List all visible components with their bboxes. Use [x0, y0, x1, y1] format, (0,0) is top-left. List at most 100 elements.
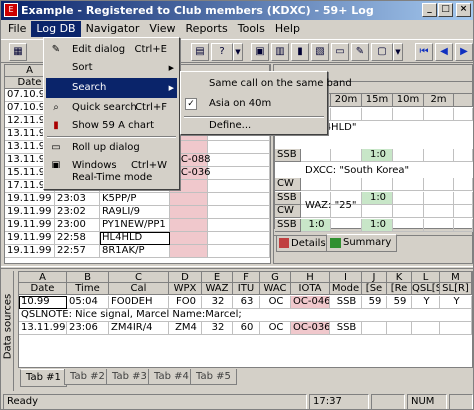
column-letter-header[interactable]: D — [169, 272, 202, 283]
qso-cell: 60 — [233, 322, 260, 335]
navigator-row[interactable]: SSB 1:0 — [275, 149, 473, 162]
band-cell-extra — [454, 219, 473, 232]
navigator-row[interactable]: CW — [275, 178, 473, 191]
qso-cell — [440, 322, 472, 335]
maximize-button[interactable]: □ — [438, 3, 453, 17]
band-15m-header: 15m — [362, 94, 393, 107]
column-letter-header[interactable]: J — [362, 272, 387, 283]
table-icon[interactable]: ▥ — [271, 43, 289, 61]
column-name-header[interactable]: [Se — [362, 283, 387, 295]
minimize-button[interactable]: _ — [422, 3, 437, 17]
note-dropdown-icon[interactable]: ▼ — [393, 43, 403, 61]
extra-cell — [208, 180, 270, 193]
rollup-icon: ▭ — [51, 142, 61, 153]
menu-item-sort[interactable]: Sort ▶ — [46, 58, 177, 78]
tab-5[interactable]: Tab #5 — [190, 369, 237, 385]
window-icon[interactable]: ▭ — [331, 43, 349, 61]
menu-item-search[interactable]: Search ▶ — [46, 78, 177, 98]
navigator-row[interactable]: SSB 1:0 1:0 — [275, 219, 473, 232]
column-name-header[interactable]: WPX — [169, 283, 202, 295]
column-letter-header[interactable]: C — [109, 272, 169, 283]
submenu-item-define[interactable]: Define... — [183, 116, 325, 136]
band-cell — [424, 108, 454, 121]
search-submenu: Same call on the same band ✓ Asia on 40m … — [180, 71, 352, 136]
column-letter-header[interactable]: L — [412, 272, 440, 283]
table-row[interactable]: 19.11.99 23:02 RA9LI/9 — [5, 206, 270, 219]
data-sources-side-tab[interactable]: Data sources — [2, 271, 14, 391]
menu-help[interactable]: Help — [270, 21, 305, 37]
menu-item-real-time-mode[interactable]: Real-Time mode — [46, 168, 177, 188]
tab-3[interactable]: Tab #3 — [106, 369, 153, 385]
table-row[interactable]: 19.11.99 22:57 8R1AK/P — [5, 245, 270, 258]
qso-cell: 59 — [387, 296, 412, 309]
menu-reports[interactable]: Reports — [181, 21, 233, 37]
previous-record-icon[interactable]: ◀ — [435, 43, 453, 61]
column-name-header[interactable]: Time — [67, 283, 109, 295]
chart-icon[interactable]: ▮ — [291, 43, 309, 61]
column-letter-header[interactable]: B — [67, 272, 109, 283]
app-icon[interactable]: E — [4, 3, 18, 17]
column-letter-header[interactable]: A — [19, 272, 67, 283]
table-row[interactable]: 19.11.99 23:00 PY1NEW/PP1 — [5, 219, 270, 232]
layout-icon[interactable]: ▧ — [311, 43, 329, 61]
next-record-icon[interactable]: ▶ — [455, 43, 473, 61]
menu-item-quick-search[interactable]: ⌕ Quick search Ctrl+F — [46, 98, 177, 118]
submenu-item-asia-40m[interactable]: ✓ Asia on 40m — [183, 94, 325, 114]
table-row[interactable]: 13.11.99 23:06 ZM4IR/4 ZM4 32 60 OC OC-036 SSB — [19, 322, 472, 335]
call-cell: RA9LI/9 — [100, 206, 170, 219]
splitter[interactable] — [1, 266, 473, 269]
menu-bar: File Log DB Navigator View Reports Tools… — [1, 20, 473, 38]
column-name-header[interactable]: Mode — [330, 283, 362, 295]
grid-tool-icon[interactable]: ▦ — [9, 43, 27, 61]
table-row[interactable]: 10.99 05:04 FO0DEH FO0 32 63 OC OC-046 SSB 59 59 Y Y — [19, 296, 472, 309]
column-letter-header[interactable]: H — [291, 272, 330, 283]
settings-icon[interactable]: ✎ — [351, 43, 369, 61]
column-name-header[interactable]: SL[R] — [440, 283, 472, 295]
column-name-header[interactable]: Date — [19, 283, 67, 295]
column-letter-header[interactable]: F — [233, 272, 260, 283]
first-record-icon[interactable]: ⏮ — [415, 43, 433, 61]
help-dropdown-icon[interactable]: ▼ — [233, 43, 243, 61]
column-name-header[interactable]: QSL[S] — [412, 283, 440, 295]
form-icon[interactable]: ▣ — [251, 43, 269, 61]
tab-4[interactable]: Tab #4 — [148, 369, 195, 385]
band-cell — [393, 108, 424, 121]
help-icon[interactable]: ? — [211, 43, 233, 61]
status-grip[interactable] — [449, 394, 473, 409]
column-letter-header[interactable]: E — [202, 272, 233, 283]
menu-item-roll-up-dialog[interactable]: ▭ Roll up dialog — [46, 138, 177, 158]
close-button[interactable]: × — [456, 3, 471, 17]
column-letter-header[interactable]: M — [440, 272, 472, 283]
edit-icon: ✎ — [51, 44, 61, 55]
column-name-header[interactable]: Cal — [109, 283, 169, 295]
column-name-header[interactable]: [Re — [387, 283, 412, 295]
extra-cell — [208, 193, 270, 206]
column-name-header[interactable]: ITU — [233, 283, 260, 295]
time-cell: 22:57 — [55, 245, 100, 258]
note-icon[interactable]: ▢ — [371, 43, 393, 61]
table-row[interactable]: 19.11.99 22:58 HL4HLD — [5, 232, 270, 245]
print-icon[interactable]: ▤ — [191, 43, 209, 61]
tab-2[interactable]: Tab #2 — [64, 369, 111, 385]
tab-details[interactable]: Details — [276, 236, 332, 252]
submenu-item-same-call-band[interactable]: Same call on the same band — [183, 74, 352, 94]
tab-1[interactable]: Tab #1 — [20, 369, 67, 387]
column-name-header[interactable]: IOTA — [291, 283, 330, 295]
menu-navigator[interactable]: Navigator — [81, 21, 145, 37]
table-row[interactable]: 19.11.99 23:03 K5PP/P — [5, 193, 270, 206]
column-name-header[interactable]: WAC — [260, 283, 291, 295]
column-letter-header[interactable]: I — [330, 272, 362, 283]
menu-file[interactable]: File — [3, 21, 31, 37]
tab-summary[interactable]: Summary — [326, 234, 398, 252]
menu-view[interactable]: View — [144, 21, 180, 37]
qso-grid[interactable]: A B C D E F G H I J K L M Date Time Cal WPX WAZ ITU WAC IOTA… — [18, 271, 473, 368]
menu-tools[interactable]: Tools — [233, 21, 270, 37]
column-letter-header[interactable]: G — [260, 272, 291, 283]
menu-item-show-chart[interactable]: ▮ Show 59 A chart — [46, 116, 177, 136]
qso-cell: 32 — [202, 322, 233, 335]
column-letter-header[interactable]: K — [387, 272, 412, 283]
band-2m-header: 2m — [424, 94, 454, 107]
column-name-header[interactable]: WAZ — [202, 283, 233, 295]
menu-log-db[interactable]: Log DB — [31, 21, 81, 37]
menu-item-edit-dialog[interactable]: ✎ Edit dialog Ctrl+E — [46, 40, 177, 60]
